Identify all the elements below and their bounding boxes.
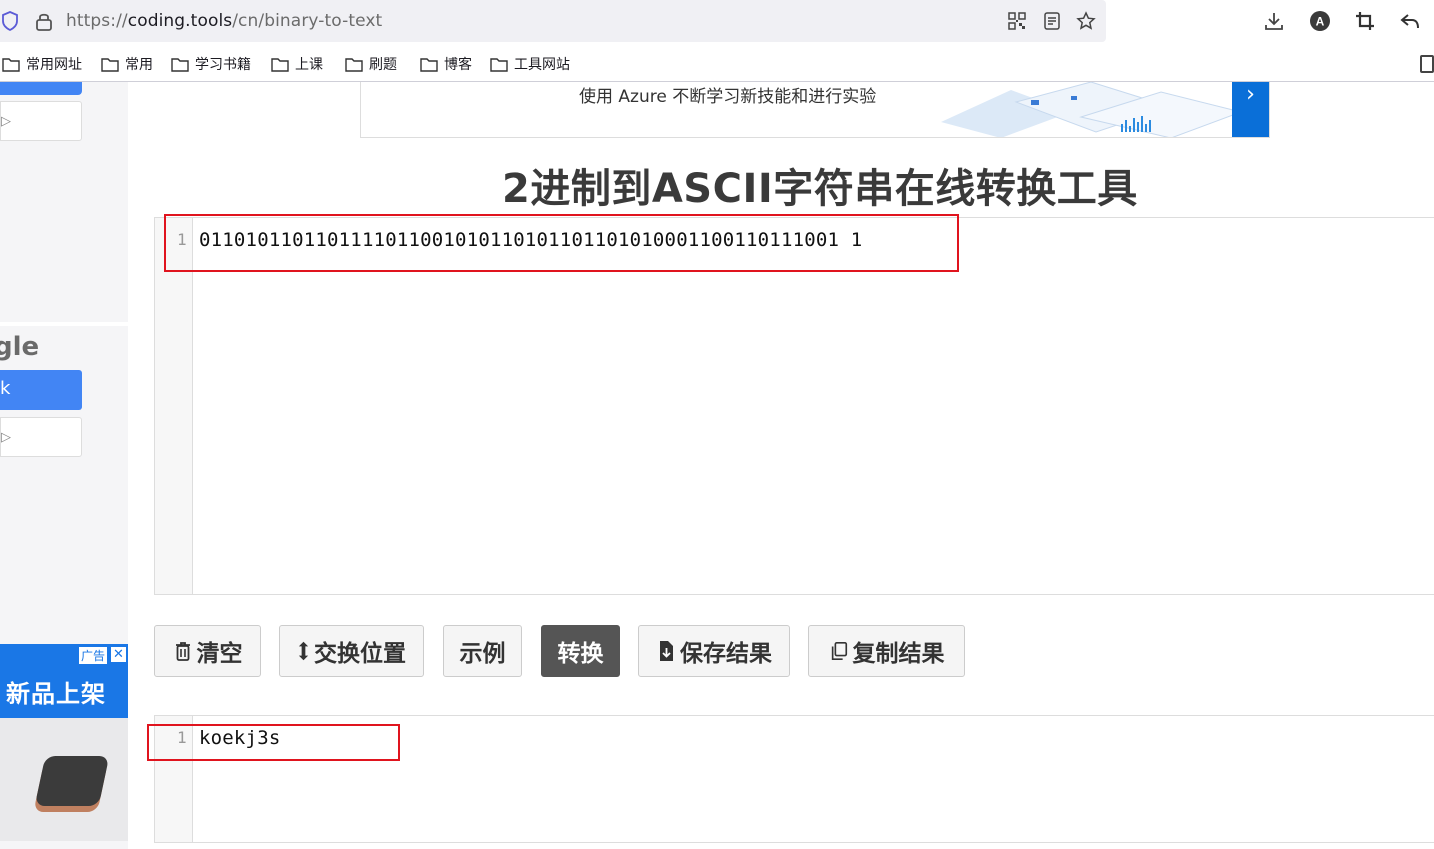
url-host: coding.tools <box>127 11 233 31</box>
sidebar-separator <box>0 322 128 326</box>
bookmark-label: 常用网址 <box>26 57 82 73</box>
folder-icon <box>490 57 508 72</box>
banner-text: 使用 Azure 不断学习新技能和进行实验 <box>579 87 877 107</box>
clear-label: 清空 <box>196 641 243 667</box>
sidebar-box[interactable]: ▷ <box>0 417 82 457</box>
save-label: 保存结果 <box>680 641 772 667</box>
bookmark-label: 博客 <box>444 57 472 73</box>
banner-ad[interactable]: 使用 Azure 不断学习新技能和进行实验 › <box>360 82 1270 138</box>
convert-label: 转换 <box>557 641 604 667</box>
convert-button[interactable]: 转换 <box>541 625 620 677</box>
ad-product-image <box>34 756 110 806</box>
sidebar-blue-button[interactable]: k <box>0 370 82 410</box>
play-arrow-icon: ▷ <box>1 114 11 129</box>
ad-tag[interactable]: 广告 <box>77 646 108 665</box>
url-scheme: https:// <box>66 11 128 31</box>
vertical-arrows-icon <box>298 641 309 661</box>
folder-icon <box>420 57 438 72</box>
bookmark-label: 常用 <box>125 57 153 73</box>
page-title: 2进制到ASCII字符串在线转换工具 <box>502 166 1138 212</box>
bookmark-folder[interactable]: 工具网站 <box>490 54 570 74</box>
close-icon[interactable]: ✕ <box>110 646 127 663</box>
qr-code-icon[interactable] <box>1007 11 1027 31</box>
bookmark-folder[interactable]: 学习书籍 <box>171 54 251 74</box>
highlight-box <box>147 724 400 761</box>
bookmark-folder[interactable]: 上课 <box>271 54 323 74</box>
copy-icon <box>831 642 847 660</box>
trash-icon <box>175 642 190 661</box>
undo-arrow-icon[interactable] <box>1399 10 1421 32</box>
url-path: /cn/binary-to-text <box>232 11 383 31</box>
screenshot-crop-icon[interactable] <box>1354 10 1376 32</box>
save-result-button[interactable]: 保存结果 <box>638 625 790 677</box>
copy-label: 复制结果 <box>852 641 945 667</box>
bookmark-label: 上课 <box>295 57 323 73</box>
file-download-icon <box>660 641 673 661</box>
ad-title: 新品上架 <box>6 680 106 708</box>
binary-input-editor[interactable]: 1 01101011011011110110010101101011011010… <box>154 217 1434 595</box>
sidebar-box[interactable]: ▷ <box>0 101 82 141</box>
account-avatar-icon[interactable]: A <box>1309 10 1331 32</box>
highlight-box <box>164 214 959 272</box>
download-icon[interactable] <box>1263 10 1285 32</box>
bookmark-label: 刷题 <box>369 57 397 73</box>
play-arrow-icon: ▷ <box>1 430 11 445</box>
banner-next-button[interactable]: › <box>1232 82 1269 137</box>
folder-icon <box>345 57 363 72</box>
left-ad[interactable]: 广告 ✕ 新品上架 <box>0 644 128 841</box>
clear-button[interactable]: 清空 <box>154 625 261 677</box>
bookmark-label: 工具网站 <box>514 57 570 73</box>
bookmark-folder[interactable]: 常用网址 <box>2 54 82 74</box>
line-gutter <box>155 218 193 594</box>
url-text[interactable]: https://coding.tools/cn/binary-to-text <box>66 11 382 31</box>
sidebar-blue-button[interactable] <box>0 82 82 95</box>
folder-icon <box>171 57 189 72</box>
bookmark-folder[interactable]: 刷题 <box>345 54 397 74</box>
copy-result-button[interactable]: 复制结果 <box>808 625 965 677</box>
dashboard-illustration <box>941 82 1241 137</box>
folder-icon <box>101 57 119 72</box>
other-bookmarks-icon[interactable] <box>1420 55 1434 73</box>
example-label: 示例 <box>459 641 506 667</box>
bookmark-label: 学习书籍 <box>195 57 251 73</box>
folder-icon <box>2 57 20 72</box>
folder-icon <box>271 57 289 72</box>
bookmark-folder[interactable]: 常用 <box>101 54 153 74</box>
sidebar-partial-word: gle <box>0 332 40 362</box>
swap-label: 交换位置 <box>314 641 406 667</box>
swap-button[interactable]: 交换位置 <box>279 625 424 677</box>
bookmark-folder[interactable]: 博客 <box>420 54 472 74</box>
reader-view-icon[interactable] <box>1042 11 1062 31</box>
lock-icon[interactable] <box>34 10 54 32</box>
bookmark-star-icon[interactable] <box>1076 11 1096 31</box>
shield-icon[interactable] <box>0 10 20 32</box>
svg-text:A: A <box>1316 15 1325 29</box>
bookmarks-bar: 常用网址 常用 学习书籍 上课 刷题 博客 工具网站 <box>0 48 1434 80</box>
address-bar[interactable]: https://coding.tools/cn/binary-to-text <box>0 0 1106 42</box>
example-button[interactable]: 示例 <box>443 625 522 677</box>
